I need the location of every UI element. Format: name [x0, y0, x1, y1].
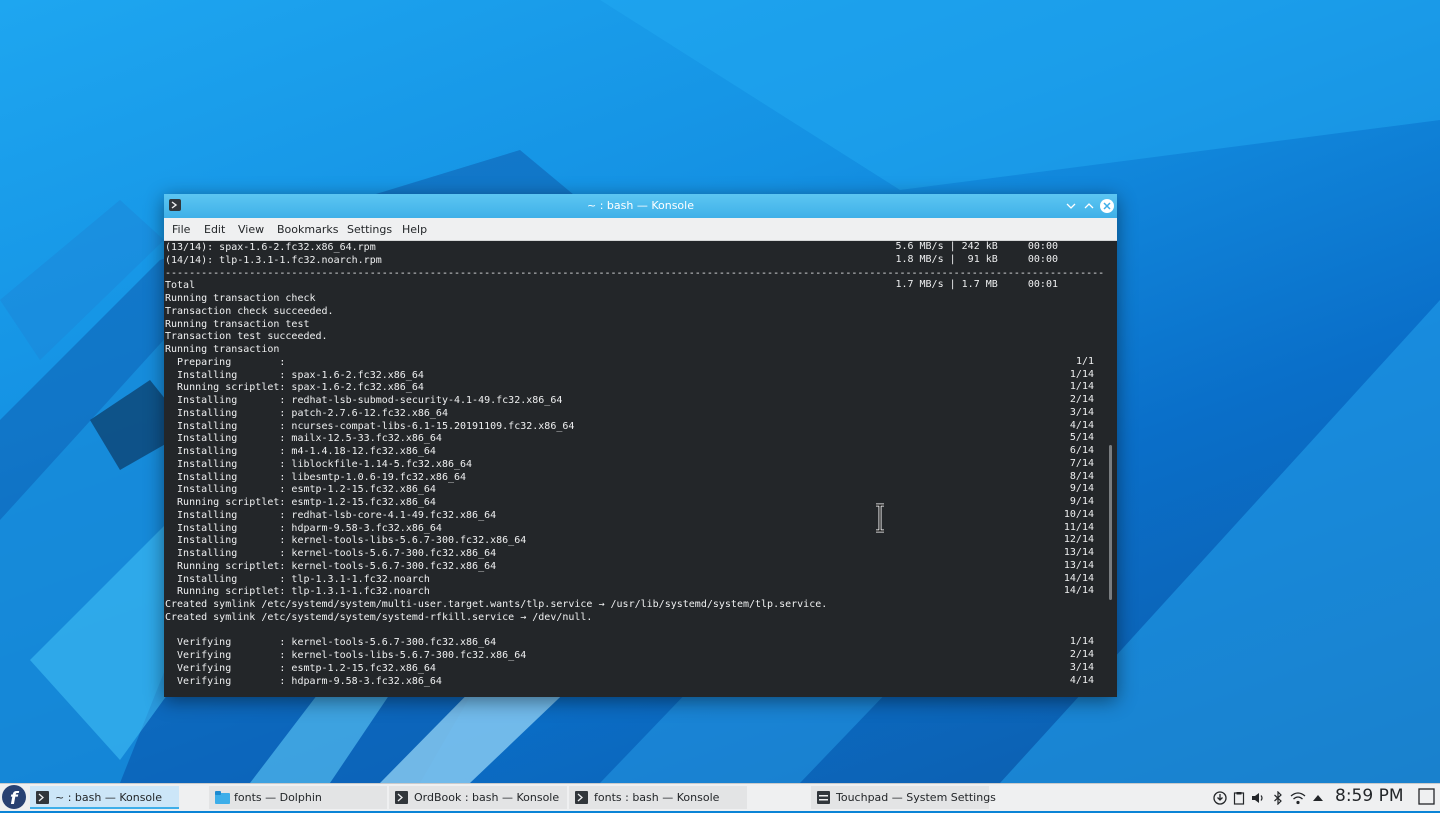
terminal-line: Verifying : esmtp-1.2-15.fc32.x86_64 [165, 663, 436, 674]
terminal-line-right: 2/14 [1069, 649, 1094, 660]
system-settings-icon [817, 791, 830, 804]
menu-edit[interactable]: Edit [204, 223, 225, 236]
terminal-line: Running scriptlet: tlp-1.3.1-1.fc32.noar… [165, 586, 430, 597]
close-icon[interactable] [1099, 198, 1115, 214]
menu-bar: File Edit View Bookmarks Settings Help [164, 218, 1117, 241]
terminal-line-right: 1.7 MB/s | 1.7 MB 00:01 [895, 279, 1058, 290]
clipboard-icon[interactable] [1232, 790, 1246, 805]
konsole-icon [575, 791, 588, 804]
terminal-line-right: 14/14 [1063, 573, 1094, 584]
terminal-line: Running scriptlet: esmtp-1.2-15.fc32.x86… [165, 497, 436, 508]
terminal-line: Installing : patch-2.7.6-12.fc32.x86_64 [165, 408, 448, 419]
terminal-line: Installing : liblockfile-1.14-5.fc32.x86… [165, 459, 473, 470]
terminal-output[interactable]: (13/14): spax-1.6-2.fc32.x86_64.rpm 5.6 M… [164, 241, 1104, 697]
updates-icon[interactable] [1213, 790, 1227, 805]
menu-file[interactable]: File [172, 223, 190, 236]
wifi-icon[interactable] [1290, 790, 1306, 805]
clock[interactable]: 8:59 PM [1335, 786, 1404, 806]
task-konsole-fonts[interactable]: fonts : bash — Konsole [569, 786, 747, 809]
terminal-line: Installing : kernel-tools-libs-5.6.7-300… [165, 535, 527, 546]
terminal-line-right: 13/14 [1063, 560, 1094, 571]
terminal-line: Transaction test succeeded. [165, 331, 328, 342]
terminal-line-right: 6/14 [1069, 445, 1094, 456]
terminal-line-right: 1/14 [1069, 369, 1094, 380]
terminal-line: Installing : redhat-lsb-core-4.1-49.fc32… [165, 510, 497, 521]
terminal-scrollbar[interactable] [1105, 241, 1117, 697]
task-konsole-home[interactable]: ~ : bash — Konsole [30, 786, 179, 809]
konsole-icon [36, 791, 49, 804]
terminal-line: (14/14): tlp-1.3.1-1.fc32.noarch.rpm [165, 255, 382, 266]
terminal-line-right: 8/14 [1069, 471, 1094, 482]
terminal-line-right: 2/14 [1069, 394, 1094, 405]
terminal-line-right: 4/14 [1069, 675, 1094, 686]
terminal-line: Installing : mailx-12.5-33.fc32.x86_64 [165, 433, 442, 444]
maximize-icon[interactable] [1081, 198, 1097, 214]
terminal-line-right: 5/14 [1069, 432, 1094, 443]
terminal-line-right: 13/14 [1063, 547, 1094, 558]
terminal-line-right: 3/14 [1069, 407, 1094, 418]
terminal-line: Verifying : hdparm-9.58-3.fc32.x86_64 [165, 676, 442, 687]
taskbar: f ~ : bash — Konsole fonts — Dolphin Ord… [0, 783, 1440, 811]
terminal-line-right: 3/14 [1069, 662, 1094, 673]
konsole-icon [395, 791, 408, 804]
terminal-line-right: 1.8 MB/s | 91 kB 00:00 [895, 254, 1058, 265]
task-system-settings[interactable]: Touchpad — System Settings [811, 786, 996, 809]
window-title: ~ : bash — Konsole [587, 199, 694, 212]
terminal-line: Total [165, 280, 196, 291]
terminal-line: Created symlink /etc/systemd/system/mult… [165, 599, 828, 610]
terminal-line: Created symlink /etc/systemd/system/syst… [165, 612, 593, 623]
terminal-line: Verifying : kernel-tools-5.6.7-300.fc32.… [165, 637, 497, 648]
tray-expand-icon[interactable] [1311, 790, 1325, 804]
terminal-line-right: 5.6 MB/s | 242 kB 00:00 [895, 241, 1058, 252]
terminal-line: Transaction check succeeded. [165, 306, 334, 317]
terminal-line: Installing : esmtp-1.2-15.fc32.x86_64 [165, 484, 436, 495]
terminal-line: Running transaction check [165, 293, 316, 304]
dolphin-icon [215, 791, 230, 804]
menu-settings[interactable]: Settings [347, 223, 392, 236]
menu-help[interactable]: Help [402, 223, 427, 236]
window-titlebar[interactable]: ~ : bash — Konsole [164, 194, 1117, 218]
task-konsole-ordbook[interactable]: OrdBook : bash — Konsole [389, 786, 567, 809]
terminal-line-right: 14/14 [1063, 585, 1094, 596]
minimize-icon[interactable] [1063, 198, 1079, 214]
text-cursor-icon [876, 503, 884, 533]
terminal-line: Preparing : [165, 357, 286, 368]
terminal-line-right: 4/14 [1069, 420, 1094, 431]
terminal-line: Verifying : kernel-tools-libs-5.6.7-300.… [165, 650, 527, 661]
terminal-line-right: 1/14 [1069, 381, 1094, 392]
terminal-line-right: 10/14 [1063, 509, 1094, 520]
konsole-window[interactable]: ~ : bash — Konsole File Edit View Bookma… [164, 194, 1117, 697]
terminal-line-right: 12/14 [1063, 534, 1094, 545]
terminal-line-right: 9/14 [1069, 483, 1094, 494]
svg-text:f: f [10, 789, 20, 809]
terminal-line-right: 1/1 [1075, 356, 1094, 367]
terminal-line-right: 11/14 [1063, 522, 1094, 533]
menu-bookmarks[interactable]: Bookmarks [277, 223, 338, 236]
menu-view[interactable]: View [238, 223, 264, 236]
terminal-line: Running transaction [165, 344, 280, 355]
terminal-line: Running scriptlet: kernel-tools-5.6.7-30… [165, 561, 497, 572]
terminal-line: Installing : redhat-lsb-submod-security-… [165, 395, 563, 406]
volume-icon[interactable] [1251, 790, 1265, 804]
task-dolphin-fonts[interactable]: fonts — Dolphin [209, 786, 387, 809]
terminal-line-right: 7/14 [1069, 458, 1094, 469]
terminal-line-right: 1/14 [1069, 636, 1094, 647]
bluetooth-icon[interactable] [1271, 790, 1285, 806]
terminal-line: Installing : m4-1.4.18-12.fc32.x86_64 [165, 446, 436, 457]
terminal-line-right: 9/14 [1069, 496, 1094, 507]
terminal-line: Installing : kernel-tools-5.6.7-300.fc32… [165, 548, 497, 559]
show-desktop-icon[interactable] [1418, 788, 1435, 805]
terminal-line: Running scriptlet: spax-1.6-2.fc32.x86_6… [165, 382, 424, 393]
scrollbar-thumb[interactable] [1109, 445, 1112, 600]
terminal-line: (13/14): spax-1.6-2.fc32.x86_64.rpm [165, 242, 376, 253]
application-launcher-icon[interactable]: f [2, 785, 26, 809]
